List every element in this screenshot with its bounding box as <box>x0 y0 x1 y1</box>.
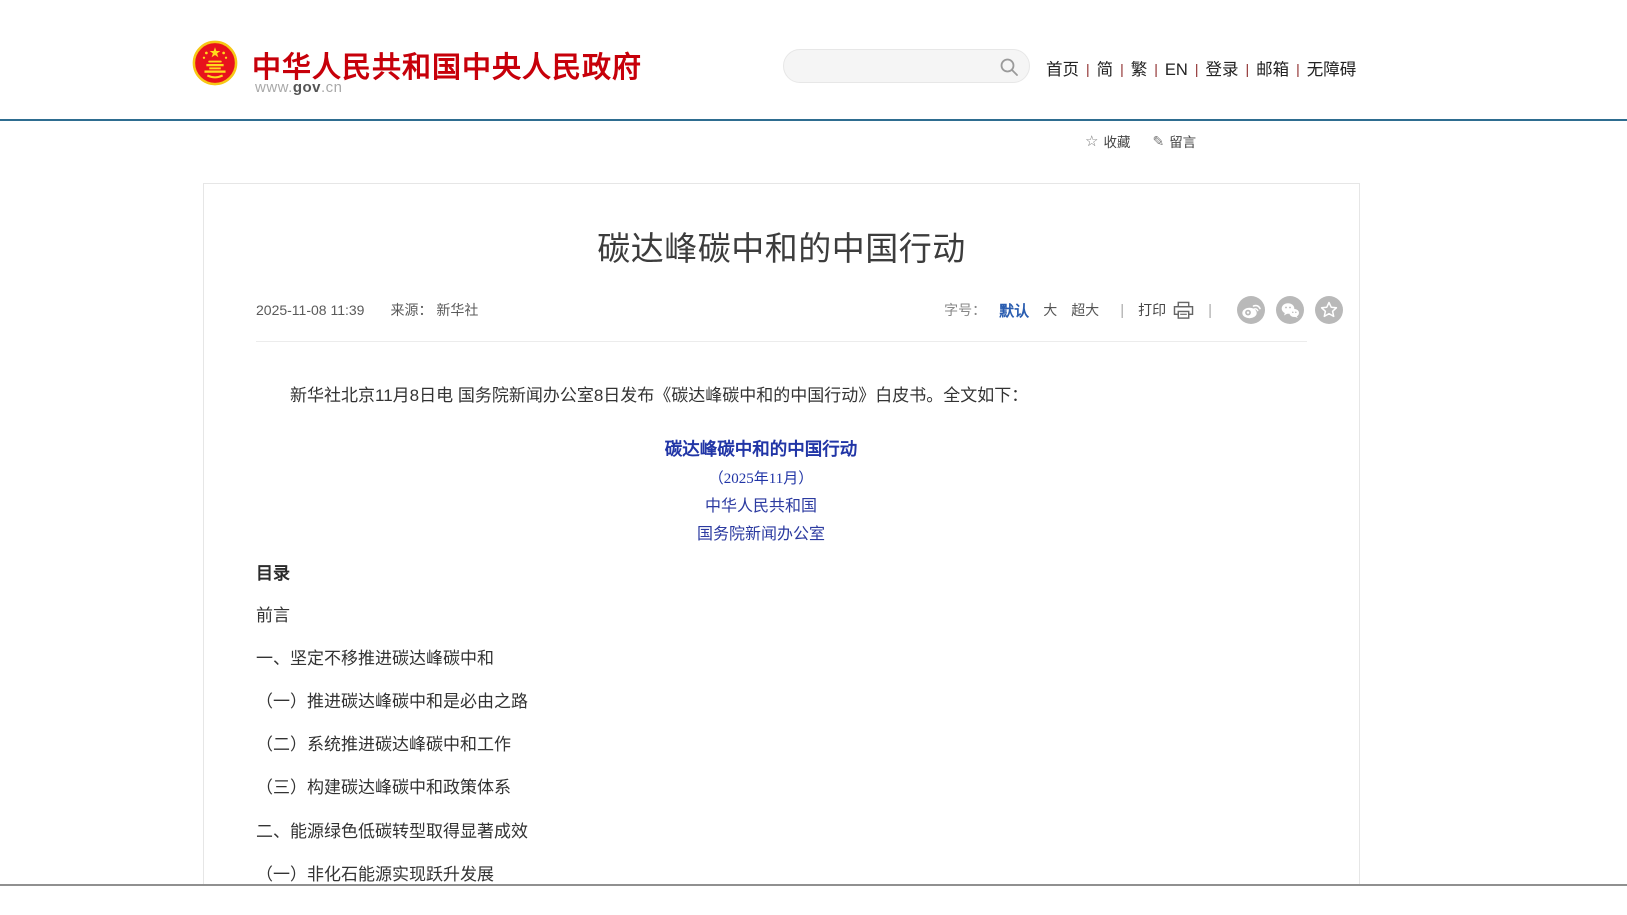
nav-separator: | <box>1154 61 1158 77</box>
top-nav: 首页 | 简 | 繁 | EN | 登录 | 邮箱 | 无障碍 <box>1046 56 1356 80</box>
toc-item: （二）系统推进碳达峰碳中和工作 <box>256 733 1266 757</box>
page-actions: ☆ 收藏 ✎ 留言 <box>1085 131 1196 151</box>
national-emblem-icon <box>192 40 238 86</box>
pen-icon: ✎ <box>1152 133 1164 150</box>
bottom-divider <box>0 884 1627 886</box>
lead-paragraph: 新华社北京11月8日电 国务院新闻办公室8日发布《碳达峰碳中和的中国行动》白皮书… <box>256 384 1266 408</box>
national-emblem-logo[interactable] <box>192 40 238 86</box>
nav-login[interactable]: 登录 <box>1205 61 1238 79</box>
nav-home[interactable]: 首页 <box>1046 61 1079 79</box>
toc-item: 前言 <box>256 604 1266 628</box>
nav-separator: | <box>1296 61 1300 77</box>
document-org-line2: 国务院新闻办公室 <box>256 523 1266 547</box>
site-url-prefix: www. <box>255 79 293 96</box>
nav-traditional[interactable]: 繁 <box>1131 61 1148 79</box>
document-title: 碳达峰碳中和的中国行动 <box>256 437 1266 461</box>
nav-simplified[interactable]: 简 <box>1097 61 1114 79</box>
nav-separator: | <box>1195 61 1199 77</box>
toc-item: （三）构建碳达峰碳中和政策体系 <box>256 776 1266 800</box>
nav-separator: | <box>1120 61 1124 77</box>
header-divider-bar <box>0 119 1627 121</box>
toc-item: 一、坚定不移推进碳达峰碳中和 <box>256 647 1266 671</box>
search-input[interactable] <box>800 50 990 82</box>
nav-separator: | <box>1086 61 1090 77</box>
search-box[interactable] <box>783 49 1030 83</box>
toc-item: （一）推进碳达峰碳中和是必由之路 <box>256 690 1266 714</box>
nav-english[interactable]: EN <box>1165 61 1188 79</box>
wechat-icon <box>1278 298 1302 322</box>
favorite-label: 收藏 <box>1103 131 1130 151</box>
star-icon: ☆ <box>1085 132 1098 150</box>
share-qzone-button[interactable] <box>1315 296 1343 324</box>
site-url[interactable]: www.gov.cn <box>255 79 343 96</box>
nav-separator: | <box>1245 61 1249 77</box>
document-org-line1: 中华人民共和国 <box>256 495 1266 519</box>
site-header: 中华人民共和国中央人民政府 www.gov.cn 首页|简|繁|EN|登录|邮箱… <box>0 0 1627 119</box>
comment-label: 留言 <box>1169 131 1196 151</box>
article-body: 新华社北京11月8日电 国务院新闻办公室8日发布《碳达峰碳中和的中国行动》白皮书… <box>256 184 1266 885</box>
document-date: （2025年11月） <box>256 467 1266 491</box>
site-url-suffix: .cn <box>321 79 343 96</box>
share-wechat-button[interactable] <box>1276 296 1304 324</box>
toc-item: 二、能源绿色低碳转型取得显著成效 <box>256 820 1266 844</box>
nav-accessibility[interactable]: 无障碍 <box>1307 61 1357 79</box>
site-url-gov: gov <box>293 79 321 96</box>
favorite-button[interactable]: ☆ 收藏 <box>1085 131 1130 151</box>
nav-mail[interactable]: 邮箱 <box>1256 61 1289 79</box>
comment-button[interactable]: ✎ 留言 <box>1152 131 1196 151</box>
article-card: 碳达峰碳中和的中国行动 2025-11-08 11:39 来源： 新华社 字号：… <box>203 183 1360 884</box>
toc-title: 目录 <box>256 562 1266 586</box>
star-share-icon <box>1317 298 1341 322</box>
search-icon[interactable] <box>999 57 1019 77</box>
